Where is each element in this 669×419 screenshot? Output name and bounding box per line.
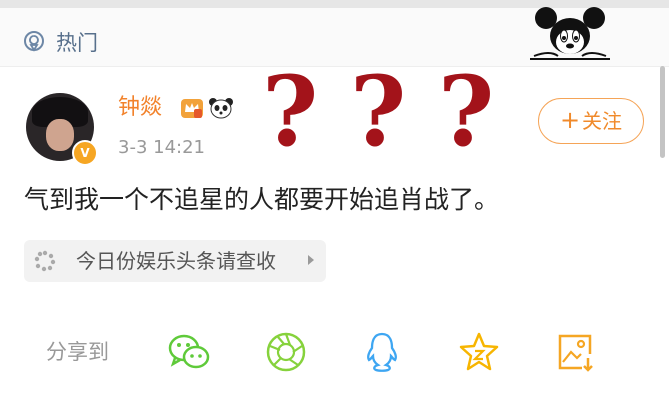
save-image-icon[interactable] [554, 330, 598, 374]
topic-chip-label: 今日份娱乐头条请查收 [76, 249, 276, 273]
plus-icon: + [559, 106, 581, 134]
panda-badge-icon [209, 98, 233, 119]
post-timestamp: 3-3 14:21 [118, 137, 205, 158]
question-mark-1: ? [262, 55, 319, 168]
username[interactable]: 钟燚 [118, 94, 162, 122]
chevron-right-icon [308, 255, 314, 265]
wechat-icon[interactable] [167, 330, 211, 374]
scrollbar[interactable] [660, 66, 665, 158]
avatar-face [46, 119, 74, 151]
favorite-icon[interactable] [457, 330, 501, 374]
moments-icon[interactable] [264, 330, 308, 374]
location-pin-icon [24, 31, 44, 52]
qq-icon[interactable] [360, 330, 404, 374]
crown-badge-icon [181, 99, 203, 118]
follow-label: 关注 [582, 109, 623, 133]
question-mark-2: ? [350, 55, 407, 168]
post-content: 气到我一个不追星的人都要开始追肖战了。 [24, 185, 500, 214]
share-label: 分享到 [46, 340, 109, 364]
topic-chip[interactable]: 今日份娱乐头条请查收 [24, 240, 326, 282]
hot-tab-label[interactable]: 热门 [56, 30, 98, 56]
follow-button[interactable]: + 关注 [538, 98, 644, 144]
question-mark-3: ? [438, 55, 495, 168]
mickey-mouse-peeking-icon [530, 7, 610, 60]
question-marks-overlay: ? ? ? [262, 62, 502, 162]
loading-dots-icon [34, 250, 56, 272]
verified-badge: V [72, 140, 98, 166]
